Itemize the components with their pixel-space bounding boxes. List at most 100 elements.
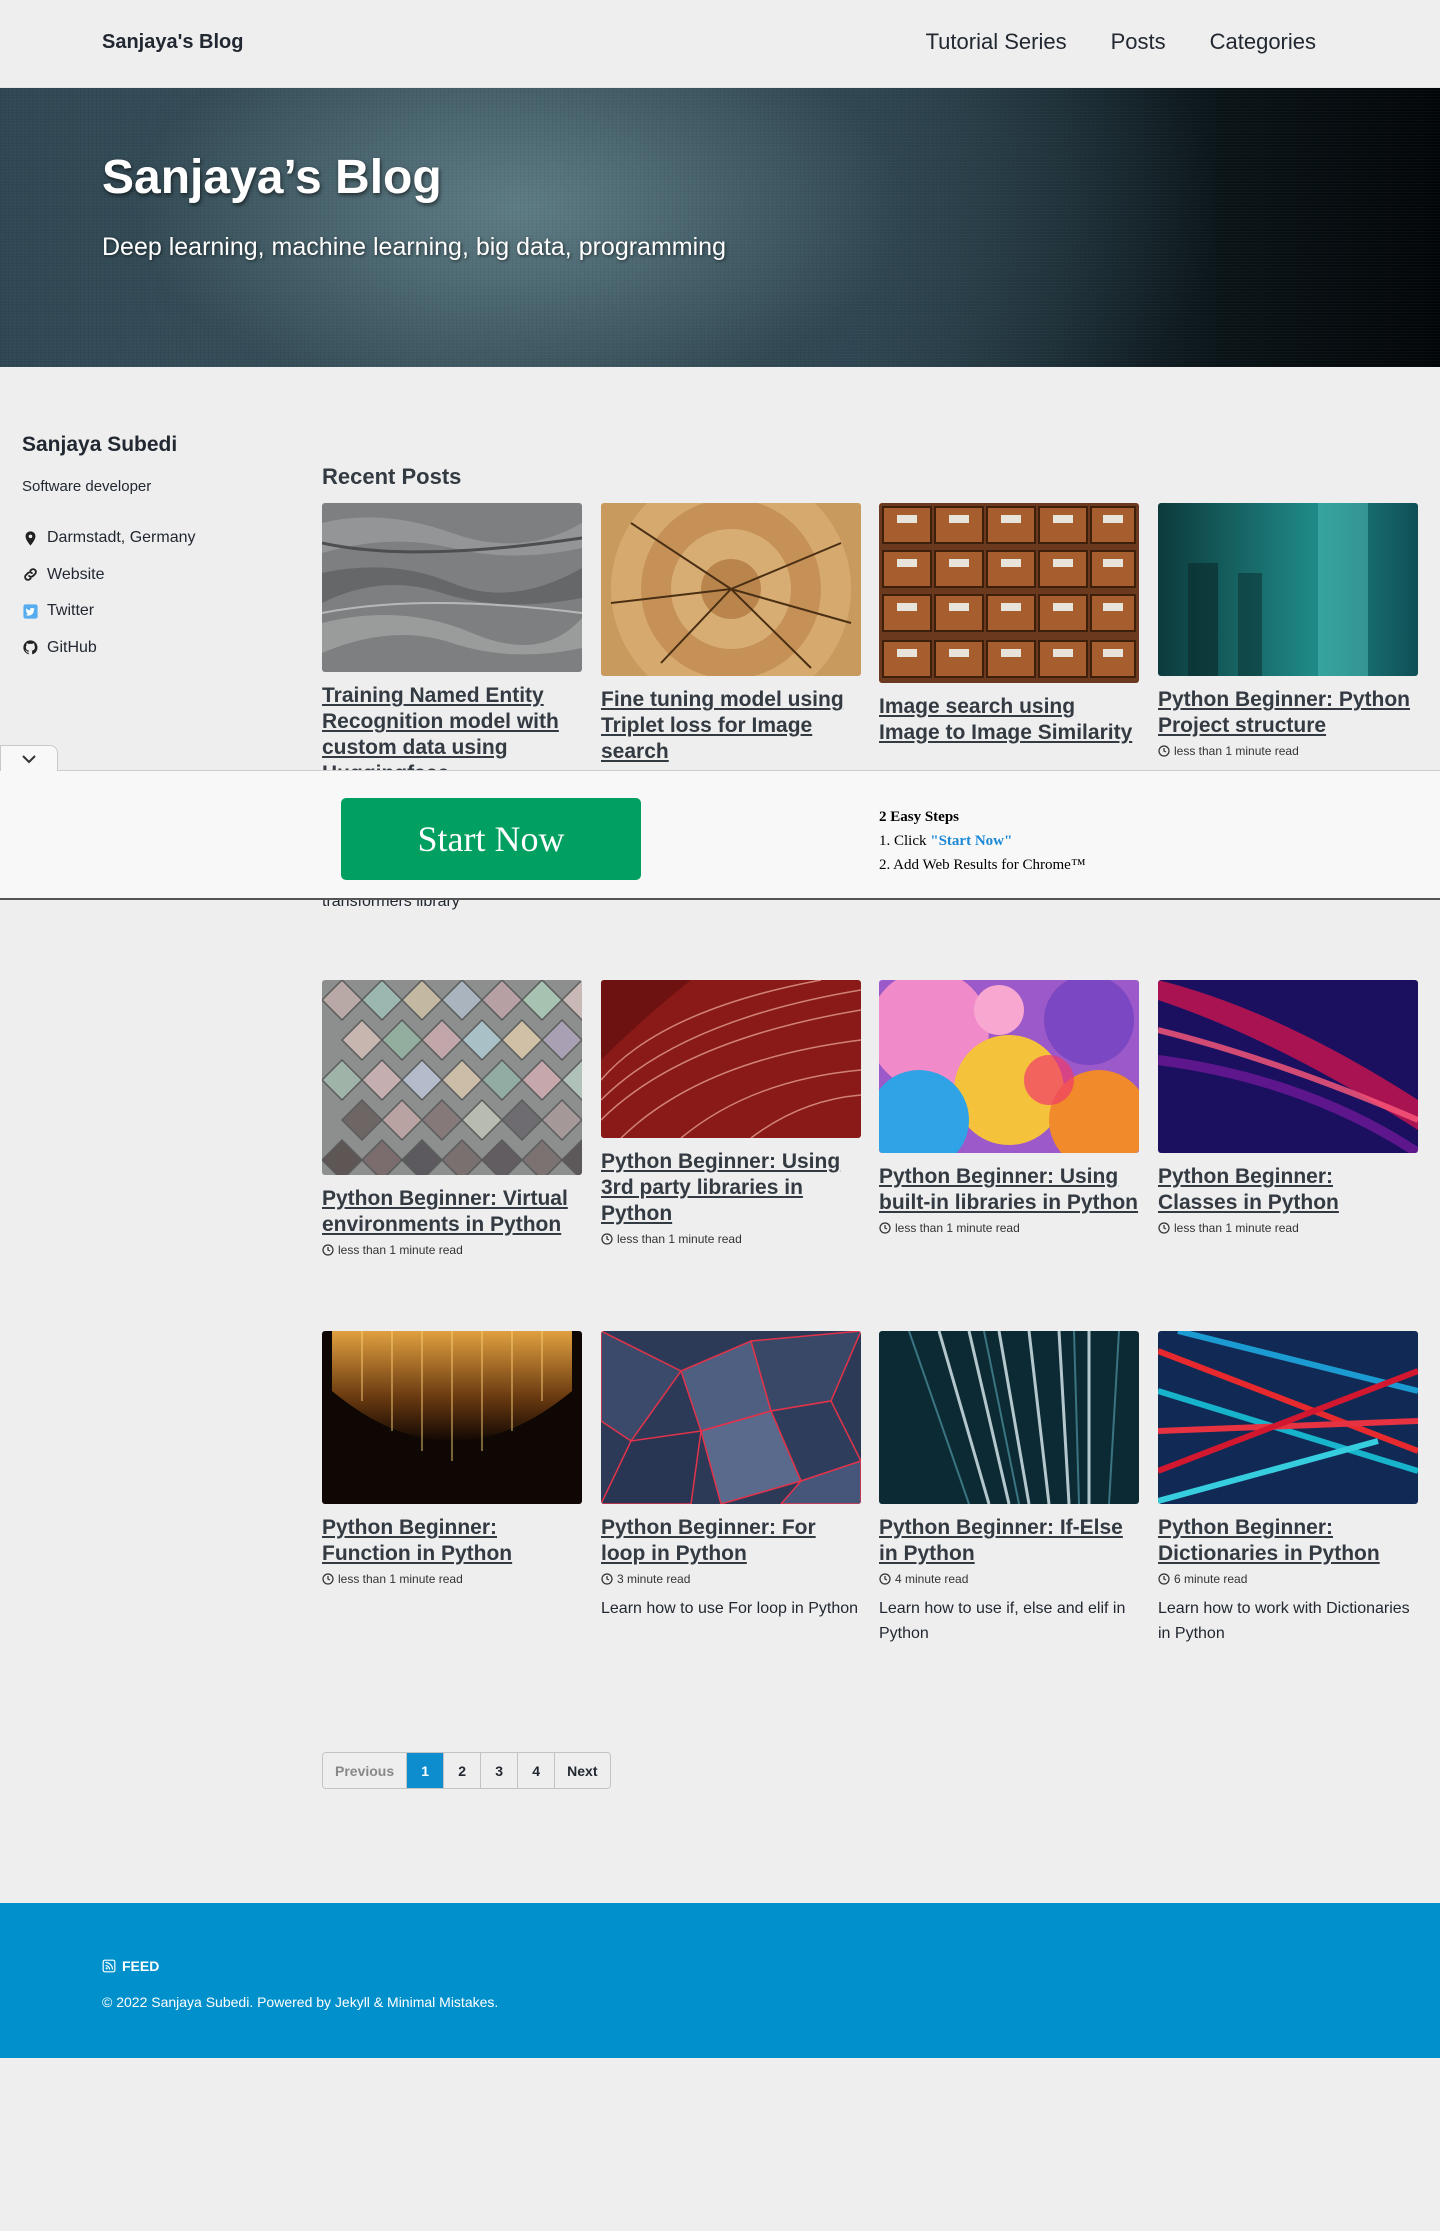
feed-label[interactable]: FEED	[122, 1958, 159, 1974]
post-thumbnail[interactable]	[879, 503, 1139, 683]
pagination: Previous 1 2 3 4 Next	[322, 1752, 611, 1789]
ad-steps-title: 2 Easy Steps	[879, 809, 960, 825]
post-image-red-scales	[601, 980, 861, 1138]
pagination-next[interactable]: Next	[555, 1753, 610, 1788]
post-thumbnail[interactable]	[322, 503, 582, 672]
post-thumbnail[interactable]	[601, 1331, 861, 1504]
author-location-label: Darmstadt, Germany	[47, 529, 196, 547]
post-image-neon-streaks	[1158, 1331, 1418, 1504]
author-location: Darmstadt, Germany	[22, 520, 195, 557]
post-thumbnail[interactable]	[601, 980, 861, 1138]
read-time-label: less than 1 minute read	[895, 1221, 1020, 1235]
read-time: 3 minute read	[601, 1572, 861, 1586]
post-image-golden-lines	[322, 1331, 582, 1504]
read-time-label: less than 1 minute read	[1174, 1221, 1299, 1235]
clock-icon	[1158, 1222, 1170, 1234]
post-title-link[interactable]: Python Beginner: Function in Python	[322, 1515, 582, 1567]
author-github-link[interactable]: GitHub	[22, 630, 195, 667]
author-twitter-label[interactable]: Twitter	[47, 602, 94, 620]
post-title-link[interactable]: Python Beginner: Using built-in librarie…	[879, 1164, 1139, 1216]
pagination-previous: Previous	[323, 1753, 408, 1788]
post-card: Python Beginner: Using built-in librarie…	[879, 980, 1139, 1235]
read-time-label: less than 1 minute read	[338, 1572, 463, 1586]
nav-tutorial-series[interactable]: Tutorial Series	[926, 29, 1067, 55]
post-excerpt: Learn how to use if, else and elif in Py…	[879, 1600, 1126, 1642]
clock-icon	[601, 1233, 613, 1245]
clock-icon	[1158, 1573, 1170, 1585]
author-twitter-link[interactable]: Twitter	[22, 593, 195, 630]
post-title-link[interactable]: Python Beginner: Virtual environments in…	[322, 1186, 582, 1238]
hero-tagline: Deep learning, machine learning, big dat…	[102, 233, 726, 261]
read-time-label: less than 1 minute read	[617, 1232, 742, 1246]
post-card: Python Beginner: Virtual environments in…	[322, 980, 582, 1257]
post-thumbnail[interactable]	[879, 980, 1139, 1153]
post-image-light-rays	[879, 1331, 1139, 1504]
twitter-icon	[23, 604, 38, 619]
read-time: less than 1 minute read	[1158, 1221, 1418, 1235]
ad-step2: 2. Add Web Results for Chrome™	[879, 857, 1086, 873]
ad-start-now-button[interactable]: Start Now	[341, 798, 641, 880]
clock-icon	[1158, 745, 1170, 757]
post-card: Python Beginner: For loop in Python 3 mi…	[601, 1331, 861, 1621]
recent-posts-heading: Recent Posts	[322, 464, 462, 489]
pagination-page-3[interactable]: 3	[481, 1753, 519, 1788]
post-title-link[interactable]: Fine tuning model using Triplet loss for…	[601, 687, 861, 765]
author-website-label[interactable]: Website	[47, 566, 105, 584]
post-card: Python Beginner: Classes in Python less …	[1158, 980, 1418, 1235]
read-time-label: 4 minute read	[895, 1572, 969, 1586]
author-github-label[interactable]: GitHub	[47, 639, 97, 657]
hero-banner: Sanjaya’s Blog Deep learning, machine le…	[0, 88, 1440, 367]
masthead: Sanjaya's Blog Tutorial Series Posts Cat…	[0, 0, 1440, 88]
post-title-link[interactable]: Python Beginner: If-Else in Python	[879, 1515, 1139, 1567]
read-time: 4 minute read	[879, 1572, 1139, 1586]
ad-step1-link[interactable]: "Start Now"	[930, 833, 1012, 849]
post-thumbnail[interactable]	[322, 1331, 582, 1504]
post-thumbnail[interactable]	[1158, 503, 1418, 676]
post-image-teal	[1158, 503, 1418, 676]
read-time: less than 1 minute read	[1158, 744, 1418, 758]
nav-posts[interactable]: Posts	[1111, 29, 1166, 55]
pagination-page-1[interactable]: 1	[407, 1753, 445, 1788]
site-title-link[interactable]: Sanjaya's Blog	[102, 31, 243, 54]
pagination-page-4[interactable]: 4	[518, 1753, 556, 1788]
post-image-drawers	[879, 503, 1139, 683]
page-footer: FEED © 2022 Sanjaya Subedi. Powered by J…	[0, 1903, 1440, 2058]
feed-link[interactable]: FEED	[102, 1958, 159, 1974]
post-thumbnail[interactable]	[601, 503, 861, 676]
post-title-link[interactable]: Python Beginner: Dictionaries in Python	[1158, 1515, 1418, 1567]
read-time: less than 1 minute read	[322, 1572, 582, 1586]
read-time: less than 1 minute read	[879, 1221, 1139, 1235]
post-title-link[interactable]: Python Beginner: For loop in Python	[601, 1515, 861, 1567]
clock-icon	[601, 1573, 613, 1585]
main-nav: Tutorial Series Posts Categories	[926, 29, 1316, 55]
ad-step1-prefix: 1. Click	[879, 833, 931, 849]
nav-categories[interactable]: Categories	[1210, 29, 1316, 55]
clock-icon	[322, 1244, 334, 1256]
post-card: Python Beginner: Using 3rd party librari…	[601, 980, 861, 1246]
post-thumbnail[interactable]	[1158, 980, 1418, 1153]
post-title-link[interactable]: Image search using Image to Image Simila…	[879, 694, 1139, 746]
pagination-page-2[interactable]: 2	[444, 1753, 482, 1788]
read-time-label: 6 minute read	[1174, 1572, 1248, 1586]
post-image-tiles	[322, 980, 582, 1175]
clock-icon	[879, 1222, 891, 1234]
post-image-polygons	[601, 1331, 861, 1504]
ad-steps: 2 Easy Steps 1. Click "Start Now" 2. Add…	[879, 805, 1086, 877]
post-excerpt: Learn how to use For loop in Python	[601, 1600, 859, 1617]
author-website-link[interactable]: Website	[22, 557, 195, 594]
post-thumbnail[interactable]	[322, 980, 582, 1175]
read-time: less than 1 minute read	[601, 1232, 861, 1246]
post-card: Training Named Entity Recognition model …	[322, 503, 582, 787]
post-image-wood	[601, 503, 861, 676]
post-thumbnail[interactable]	[1158, 1331, 1418, 1504]
github-icon	[23, 640, 38, 655]
post-card: Python Beginner: Function in Python less…	[322, 1331, 582, 1586]
post-thumbnail[interactable]	[879, 1331, 1139, 1504]
ad-collapse-toggle[interactable]	[0, 745, 58, 771]
post-title-link[interactable]: Python Beginner: Classes in Python	[1158, 1164, 1418, 1216]
post-title-link[interactable]: Python Beginner: Python Project structur…	[1158, 687, 1418, 739]
read-time-label: less than 1 minute read	[1174, 744, 1299, 758]
link-icon	[24, 568, 37, 582]
post-title-link[interactable]: Python Beginner: Using 3rd party librari…	[601, 1149, 861, 1227]
read-time: less than 1 minute read	[322, 1243, 582, 1257]
